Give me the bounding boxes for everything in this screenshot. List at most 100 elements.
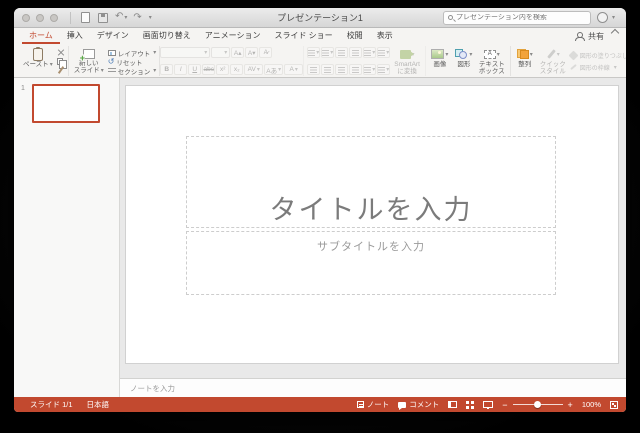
tab-review[interactable]: 校閲 — [340, 28, 370, 44]
picture-label: 画像 — [433, 61, 447, 68]
align-text-button[interactable] — [377, 64, 391, 75]
zoom-in-icon[interactable] — [568, 400, 573, 410]
align-center-button[interactable] — [321, 64, 335, 75]
align-left-button[interactable] — [307, 64, 321, 75]
numbering-button[interactable] — [321, 47, 335, 58]
shapes-icon — [455, 49, 468, 59]
format-painter-button[interactable] — [57, 65, 65, 74]
toolbar-options-icon[interactable] — [148, 11, 152, 24]
clear-formatting-button[interactable]: A̷ — [259, 47, 273, 58]
new-slide-button[interactable]: 新しい スライド — [72, 46, 106, 76]
title-placeholder[interactable]: タイトルを入力 — [186, 136, 556, 228]
textbox-button[interactable]: A テキスト ボックス — [477, 46, 507, 76]
zoom-slider-knob[interactable] — [533, 401, 541, 408]
tab-transitions[interactable]: 画面切り替え — [136, 28, 198, 44]
new-document-icon[interactable] — [81, 12, 90, 23]
quick-styles-icon — [546, 49, 556, 59]
superscript-button[interactable]: x² — [216, 64, 230, 75]
zoom-level[interactable]: 100% — [582, 400, 601, 409]
strikethrough-button[interactable]: abc — [202, 64, 216, 75]
line-spacing-button[interactable] — [363, 47, 377, 58]
collapse-ribbon-icon[interactable] — [610, 28, 620, 38]
paste-button[interactable]: ペースト — [21, 46, 55, 76]
tab-home[interactable]: ホーム — [22, 28, 60, 44]
columns-icon — [378, 49, 386, 56]
undo-icon[interactable]: ↶ — [115, 11, 127, 24]
shapes-button[interactable]: 図形 — [453, 46, 475, 76]
fit-slide-to-window-icon[interactable] — [610, 400, 618, 409]
notes-pane[interactable]: ノートを入力 — [120, 378, 626, 397]
powerpoint-window: ↶ ↷ プレゼンテーション1 ホーム 挿入 デザイン 画面切り替え アニメーショ… — [14, 8, 626, 412]
subtitle-placeholder[interactable]: サブタイトルを入力 — [186, 231, 556, 295]
quick-styles-button[interactable]: クイック スタイル — [538, 46, 568, 76]
slide-sorter-view-icon[interactable] — [466, 400, 474, 409]
decrease-font-size-button[interactable]: A▾ — [245, 47, 259, 58]
notes-placeholder-text: ノートを入力 — [130, 383, 175, 393]
cut-button[interactable] — [57, 48, 65, 57]
columns-button[interactable] — [377, 47, 391, 58]
font-color-button[interactable]: A — [284, 64, 304, 75]
slide-thumbnail[interactable] — [32, 84, 100, 123]
section-button[interactable]: セクション — [107, 66, 157, 76]
slide-counter: スライド 1/1 — [30, 400, 73, 409]
notes-toggle-button[interactable]: ノート — [356, 399, 389, 410]
font-size-select[interactable] — [211, 47, 231, 58]
copy-button[interactable] — [56, 57, 67, 69]
slide-number: 1 — [21, 85, 25, 92]
tab-design[interactable]: デザイン — [90, 28, 136, 44]
notes-icon — [356, 401, 364, 408]
picture-button[interactable]: 画像 — [429, 46, 451, 76]
underline-button[interactable]: U — [188, 64, 202, 75]
redo-icon[interactable]: ↷ — [133, 12, 141, 24]
comments-toggle-button[interactable]: コメント — [398, 399, 439, 410]
arrange-button[interactable]: 整列 — [514, 46, 536, 76]
shape-outline-button[interactable]: 図形の枠線 — [569, 63, 626, 72]
feedback-smiley-icon[interactable] — [596, 12, 608, 23]
slideshow-view-icon[interactable] — [483, 401, 494, 409]
language-indicator[interactable]: 日本語 — [87, 399, 110, 410]
zoom-window-button[interactable] — [50, 13, 58, 22]
zoom-slider[interactable] — [512, 401, 563, 408]
feedback-caret-icon[interactable] — [611, 11, 615, 24]
justify-button[interactable] — [349, 64, 363, 75]
tab-view[interactable]: 表示 — [370, 28, 400, 44]
change-case-button[interactable]: Aあ — [264, 64, 284, 75]
tab-slideshow[interactable]: スライド ショー — [267, 28, 339, 44]
align-right-icon — [338, 66, 346, 73]
align-right-button[interactable] — [335, 64, 349, 75]
slide-editor-canvas: タイトルを入力 サブタイトルを入力 — [120, 78, 626, 378]
increase-indent-button[interactable] — [349, 47, 363, 58]
save-icon[interactable] — [98, 12, 108, 23]
decrease-indent-button[interactable] — [335, 47, 349, 58]
paste-label: ペースト — [23, 61, 53, 69]
text-direction-button[interactable] — [363, 64, 377, 75]
reset-icon: ↺ — [107, 56, 115, 66]
copy-icon — [56, 57, 67, 69]
minimize-window-button[interactable] — [36, 13, 44, 22]
italic-button[interactable]: I — [174, 64, 188, 75]
normal-view-icon[interactable] — [448, 401, 458, 408]
section-icon — [107, 67, 116, 74]
tab-animations[interactable]: アニメーション — [198, 28, 268, 44]
search-input[interactable] — [455, 14, 586, 21]
subscript-button[interactable]: x₂ — [230, 64, 244, 75]
share-button[interactable]: 共有 — [575, 28, 604, 44]
character-spacing-button[interactable]: AV — [244, 64, 264, 75]
shape-fill-button[interactable]: 図形の塗りつぶし — [568, 50, 626, 60]
quick-styles-label-2: スタイル — [539, 68, 566, 75]
bullets-button[interactable] — [307, 47, 321, 58]
close-window-button[interactable] — [22, 13, 30, 22]
font-name-select[interactable] — [160, 47, 211, 58]
new-slide-label-2: スライド — [74, 67, 104, 75]
smartart-button[interactable]: SmartArt に変換 — [392, 46, 422, 76]
shape-fill-icon — [568, 50, 579, 60]
bold-button[interactable]: B — [160, 64, 174, 75]
share-person-icon — [575, 31, 585, 41]
zoom-out-icon[interactable] — [502, 400, 507, 410]
slide-canvas[interactable]: タイトルを入力 サブタイトルを入力 — [126, 86, 618, 363]
title-placeholder-text: タイトルを入力 — [269, 195, 473, 225]
tab-insert[interactable]: 挿入 — [60, 28, 90, 44]
search-box[interactable] — [442, 10, 591, 25]
line-spacing-icon — [364, 49, 372, 56]
increase-font-size-button[interactable]: A▴ — [231, 47, 245, 58]
